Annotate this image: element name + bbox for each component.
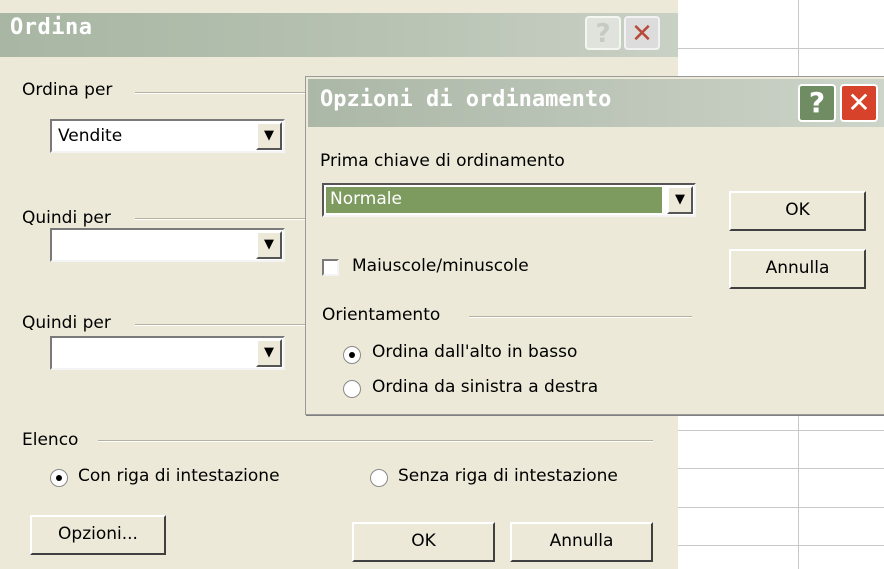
header-row-yes-label[interactable]: Con riga di intestazione [78, 466, 280, 486]
options-ok-button[interactable]: OK [729, 191, 866, 231]
orient-top-bottom-label[interactable]: Ordina dall'alto in basso [372, 342, 577, 362]
then-by-1-divider [135, 218, 315, 220]
options-button[interactable]: Opzioni... [30, 515, 166, 555]
header-row-no-radio[interactable] [370, 469, 388, 487]
case-sensitive-checkbox[interactable] [322, 259, 339, 276]
sort-options-title: Opzioni di ordinamento [320, 87, 612, 112]
case-sensitive-label[interactable]: Maiuscole/minuscole [352, 256, 529, 276]
cancel-button[interactable]: Annulla [510, 522, 653, 562]
sort-dialog-titlebar: Ordina ? ✕ [0, 13, 678, 57]
chevron-down-icon[interactable]: ▼ [667, 186, 693, 214]
first-key-combo[interactable]: Normale ▼ [322, 183, 696, 217]
sort-by-value: Vendite [58, 126, 123, 146]
header-row-yes-radio[interactable] [50, 469, 68, 487]
orient-left-right-radio[interactable] [343, 380, 361, 398]
help-icon[interactable]: ? [585, 16, 621, 50]
first-key-value: Normale [330, 189, 402, 209]
orientation-label: Orientamento [322, 305, 441, 325]
help-icon[interactable]: ? [798, 84, 836, 122]
then-by-2-label: Quindi per [22, 313, 111, 333]
sort-by-divider [135, 92, 315, 94]
chevron-down-icon[interactable]: ▼ [256, 231, 282, 259]
sort-dialog-title: Ordina [10, 15, 93, 40]
close-icon[interactable]: ✕ [840, 84, 878, 122]
orient-left-right-label[interactable]: Ordina da sinistra a destra [372, 377, 598, 397]
sort-by-combo[interactable]: Vendite ▼ [50, 119, 285, 153]
sort-options-dialog: Opzioni di ordinamento ? ✕ Prima chiave … [305, 76, 884, 415]
list-divider [98, 440, 653, 442]
chevron-down-icon[interactable]: ▼ [256, 339, 282, 367]
chevron-down-icon[interactable]: ▼ [256, 122, 282, 150]
then-by-1-label: Quindi per [22, 208, 111, 228]
then-by-2-combo[interactable]: ▼ [50, 336, 285, 370]
header-row-no-label[interactable]: Senza riga di intestazione [398, 466, 618, 486]
then-by-2-divider [135, 324, 315, 326]
orientation-divider [469, 316, 692, 318]
close-icon[interactable]: ✕ [624, 16, 660, 50]
list-label: Elenco [22, 430, 79, 450]
sort-by-label: Ordina per [22, 80, 113, 100]
then-by-1-combo[interactable]: ▼ [50, 228, 285, 262]
sort-options-titlebar: Opzioni di ordinamento ? ✕ [308, 79, 884, 127]
orient-top-bottom-radio[interactable] [343, 346, 361, 364]
options-cancel-button[interactable]: Annulla [729, 249, 866, 289]
ok-button[interactable]: OK [352, 522, 495, 562]
first-key-label: Prima chiave di ordinamento [320, 151, 565, 171]
